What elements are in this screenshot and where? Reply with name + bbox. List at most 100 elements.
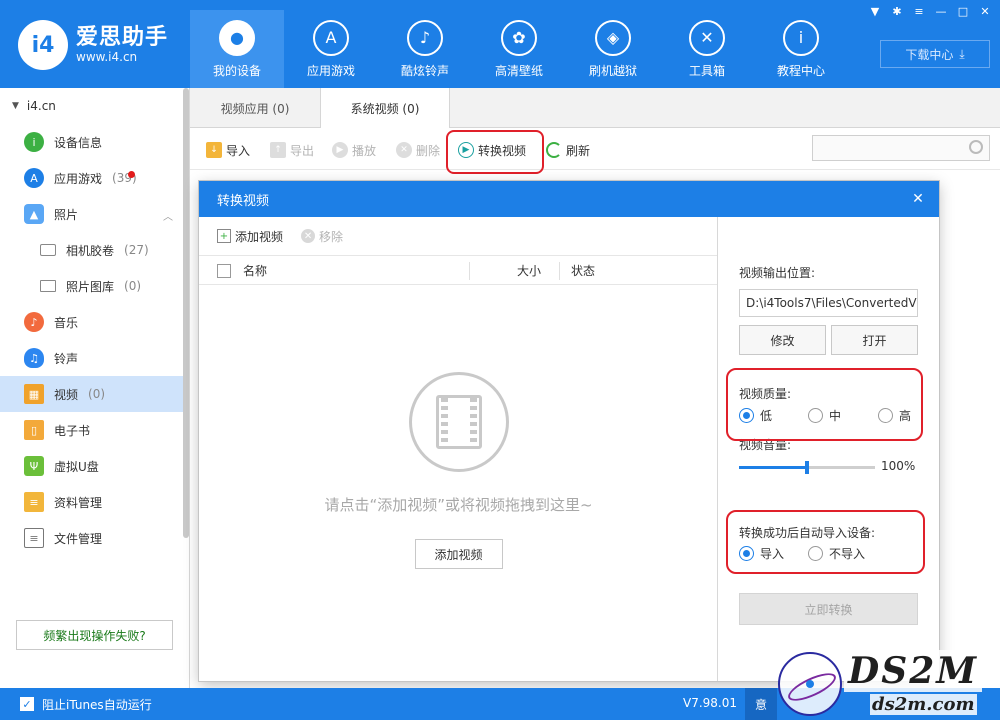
download-icon: ⤓ — [959, 46, 965, 61]
download-center-label: 下载中心 — [905, 47, 954, 62]
output-location-label: 视频输出位置: — [739, 266, 816, 280]
video-list-panel: + 添加视频 ✕ 移除 名称 大小 状态 请点击“添加视频”或将视频拖拽到这里~… — [199, 217, 718, 681]
menu-icon[interactable]: ≡ — [910, 4, 928, 18]
sidebar-item-virtual-udisk[interactable]: Ψ 虚拟U盘 — [0, 448, 189, 484]
sidebar-item-label: 照片 — [54, 207, 79, 222]
maximize-icon[interactable]: □ — [954, 4, 972, 18]
music-icon: ♪ — [24, 312, 44, 332]
nav-apps-games[interactable]: A 应用游戏 — [284, 10, 378, 88]
export-button[interactable]: ↑ 导出 — [270, 140, 314, 160]
column-size: 大小 — [517, 263, 542, 278]
sidebar-item-file-manager[interactable]: ≡ 文件管理 — [0, 520, 189, 556]
remove-tool-button[interactable]: ✕ 移除 — [301, 228, 343, 245]
sidebar-item-photos[interactable]: ▲ 照片 ︿ — [0, 196, 189, 232]
collapse-icon[interactable]: ︿ — [163, 208, 173, 223]
nav-my-device[interactable]: ● 我的设备 — [190, 10, 284, 88]
nav-toolbox[interactable]: ✕ 工具箱 — [660, 10, 754, 88]
sidebar: ▼ i4.cn i 设备信息 A 应用游戏 (39) ▲ 照片 ︿ 相机胶卷 (… — [0, 88, 190, 688]
dropbox-icon: ◈ — [595, 19, 631, 56]
convert-now-button[interactable]: 立即转换 — [739, 593, 918, 625]
close-icon[interactable]: ✕ — [976, 4, 994, 18]
feedback-button[interactable]: 意 — [745, 688, 777, 720]
frequent-failure-button[interactable]: 频繁出现操作失败? — [16, 620, 173, 650]
refresh-label: 刷新 — [566, 143, 591, 158]
modify-button[interactable]: 修改 — [739, 325, 826, 355]
import-button[interactable]: ↓ 导入 — [206, 140, 250, 160]
version-label: V7.98.01 — [683, 696, 738, 710]
delete-label: 删除 — [416, 143, 441, 158]
nav-label: 酷炫铃声 — [400, 63, 449, 78]
sidebar-item-label: 相机胶卷 — [66, 243, 115, 258]
watermark-title: DS2M — [844, 650, 983, 692]
refresh-button[interactable]: 刷新 — [546, 140, 590, 160]
close-icon[interactable]: ✕ — [909, 190, 927, 208]
sidebar-item-label: 电子书 — [54, 423, 91, 438]
nav-tutorials[interactable]: i 教程中心 — [754, 10, 848, 88]
bell-icon: ♪ — [407, 19, 443, 56]
sidebar-item-ringtones[interactable]: ♫ 铃声 — [0, 340, 189, 376]
dialog-header: 转换视频 ✕ — [199, 181, 939, 217]
minimize-icon[interactable]: — — [932, 4, 950, 18]
remove-label: 移除 — [319, 229, 344, 244]
file-icon: ≡ — [24, 528, 44, 548]
udisk-icon: Ψ — [24, 456, 44, 476]
sidebar-item-label: 音乐 — [54, 315, 79, 330]
sidebar-item-count: (0) — [88, 387, 106, 401]
nav-label: 我的设备 — [212, 63, 261, 78]
add-video-tool-button[interactable]: + 添加视频 — [217, 228, 283, 245]
apple-icon: ● — [219, 19, 255, 56]
video-icon: ▦ — [24, 384, 44, 404]
nav-flash-jailbreak[interactable]: ◈ 刷机越狱 — [566, 10, 660, 88]
select-all-checkbox[interactable] — [217, 264, 231, 278]
sidebar-item-photo-library[interactable]: 照片图库 (0) — [0, 268, 189, 304]
add-file-icon: + — [217, 229, 231, 243]
sidebar-item-ebooks[interactable]: ▯ 电子书 — [0, 412, 189, 448]
block-itunes-checkbox[interactable]: ✓ — [20, 697, 34, 711]
play-icon: ▶ — [332, 142, 348, 158]
download-center-button[interactable]: 下载中心 ⤓ — [880, 40, 990, 68]
flower-icon: ✿ — [501, 19, 537, 56]
output-path-field[interactable]: D:\i4Tools7\Files\ConvertedVi — [739, 289, 918, 317]
sidebar-item-music[interactable]: ♪ 音乐 — [0, 304, 189, 340]
list-header: 名称 大小 状态 — [199, 255, 717, 285]
add-video-button[interactable]: 添加视频 — [414, 539, 503, 569]
gear-icon[interactable]: ✱ — [888, 4, 906, 18]
photo-icon: ▲ — [24, 204, 44, 224]
film-icon — [408, 372, 509, 472]
watermark-url: ds2m.com — [870, 694, 977, 715]
expand-arrow-icon: ▼ — [12, 101, 19, 111]
volume-slider[interactable] — [739, 461, 875, 474]
nav-wallpapers[interactable]: ✿ 高清壁纸 — [472, 10, 566, 88]
tab-video-apps[interactable]: 视频应用 (0) — [190, 88, 320, 128]
nav-label: 教程中心 — [776, 63, 825, 78]
empty-state: 请点击“添加视频”或将视频拖拽到这里~ 添加视频 — [199, 372, 718, 569]
device-header[interactable]: ▼ i4.cn — [0, 88, 189, 124]
tab-system-videos[interactable]: 系统视频 (0) — [320, 88, 450, 129]
shirt-icon[interactable]: ▼ — [866, 4, 884, 18]
delete-button[interactable]: ✕ 删除 — [396, 140, 440, 160]
empty-hint: 请点击“添加视频”或将视频拖拽到这里~ — [324, 496, 593, 514]
sidebar-item-device-info[interactable]: i 设备信息 — [0, 124, 189, 160]
top-bar: i4 爱思助手 www.i4.cn ● 我的设备 A 应用游戏 ♪ 酷炫铃声 ✿… — [0, 0, 1000, 88]
play-button[interactable]: ▶ 播放 — [332, 140, 376, 160]
sidebar-scrollbar[interactable] — [183, 88, 189, 538]
sidebar-item-video[interactable]: ▦ 视频 (0) — [0, 376, 189, 412]
highlight-auto-import — [726, 510, 925, 574]
volume-value: 100% — [881, 459, 916, 473]
sidebar-item-data-manager[interactable]: ≡ 资料管理 — [0, 484, 189, 520]
window-controls: ▼ ✱ ≡ — □ ✕ — [866, 4, 994, 18]
nav-label: 应用游戏 — [306, 63, 355, 78]
sidebar-item-camera-roll[interactable]: 相机胶卷 (27) — [0, 232, 189, 268]
dialog-title: 转换视频 — [217, 193, 270, 209]
search-input[interactable] — [812, 135, 990, 161]
sidebar-item-count: (0) — [124, 279, 142, 293]
app-window: i4 爱思助手 www.i4.cn ● 我的设备 A 应用游戏 ♪ 酷炫铃声 ✿… — [0, 0, 1000, 720]
nav-ringtones[interactable]: ♪ 酷炫铃声 — [378, 10, 472, 88]
volume-slider-handle[interactable] — [805, 461, 809, 474]
open-button[interactable]: 打开 — [831, 325, 918, 355]
main-nav: ● 我的设备 A 应用游戏 ♪ 酷炫铃声 ✿ 高清壁纸 ◈ 刷机越狱 ✕ 工具箱 — [190, 10, 848, 88]
sidebar-item-label: 文件管理 — [54, 531, 103, 546]
import-label: 导入 — [226, 143, 251, 158]
logo-badge-icon: i4 — [18, 20, 68, 70]
sidebar-item-apps[interactable]: A 应用游戏 (39) — [0, 160, 189, 196]
